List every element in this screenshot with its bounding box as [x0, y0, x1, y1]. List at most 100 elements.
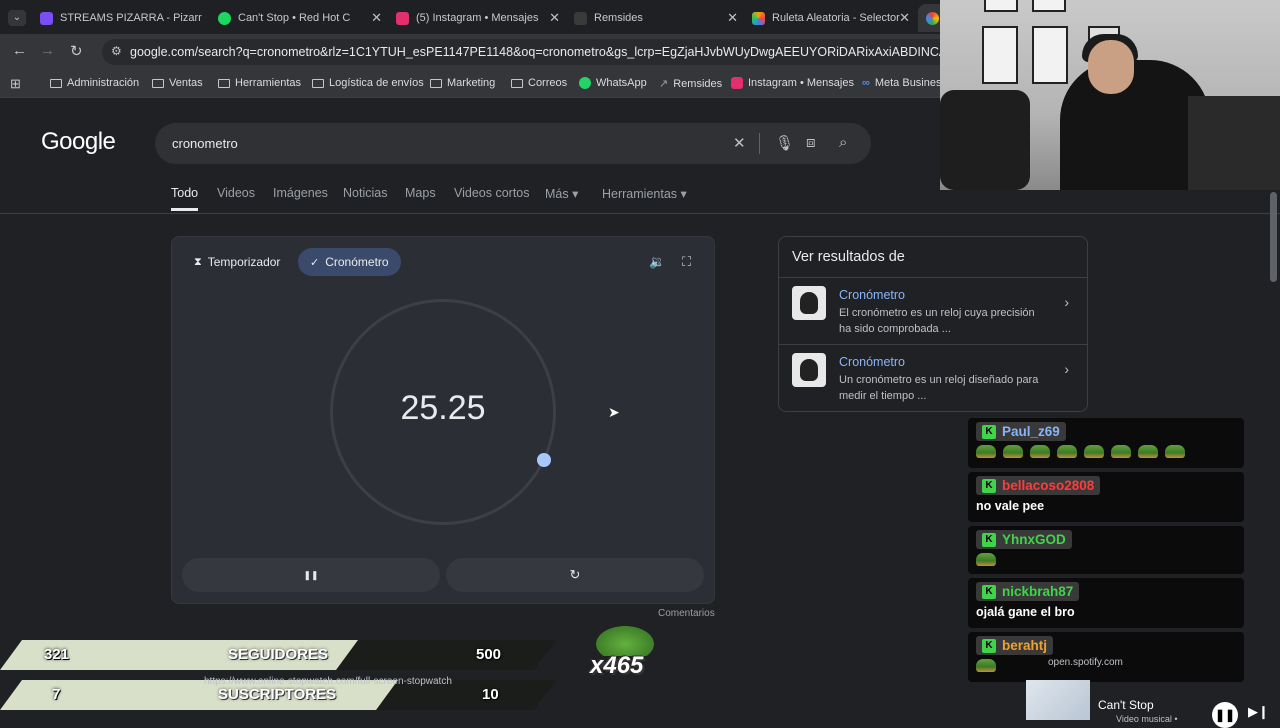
- search-box[interactable]: cronometro ✕ 🎙 ⧈ ⌕: [155, 123, 871, 164]
- result-title[interactable]: Cronómetro: [839, 288, 905, 302]
- bookmark-marketing[interactable]: Marketing: [430, 77, 495, 89]
- chevron-right-icon[interactable]: ›: [1064, 294, 1069, 310]
- chat-emotes: [976, 445, 1236, 461]
- folder-icon: [312, 78, 324, 88]
- ruleta-icon: [752, 11, 765, 25]
- bookmark-whatsapp[interactable]: WhatsApp: [579, 77, 647, 89]
- tab-close-icon[interactable]: ✕: [549, 10, 560, 26]
- bookmark-meta-business[interactable]: ∞ Meta Business: [862, 77, 947, 89]
- followers-remaining: [336, 640, 556, 670]
- stopwatch-widget: ⧗ Temporizador ✓ Cronómetro 🔉 ⛶ 25.25 ❚❚…: [171, 236, 715, 604]
- media-source: open.spotify.com: [1048, 657, 1123, 668]
- dial-progress-dot: [537, 453, 551, 467]
- tab-ruleta[interactable]: Ruleta Aleatoria - Selector ✕: [744, 4, 916, 32]
- tab-close-icon[interactable]: ✕: [371, 10, 382, 26]
- microphone-icon[interactable]: 🎙: [775, 134, 794, 152]
- instagram-icon: [396, 11, 409, 25]
- chat-text: ojalá gane el bro: [976, 605, 1075, 619]
- folder-icon: [152, 78, 164, 88]
- chat-username: nickbrah87: [1002, 584, 1074, 599]
- stopwatch-time: 25.25: [400, 389, 486, 427]
- url-text: google.com/search?q=cronometro&rlz=1C1YT…: [130, 45, 1029, 59]
- wall-frame: [1032, 0, 1066, 12]
- instagram-icon: [731, 77, 743, 89]
- chat-text: no vale pee: [976, 499, 1045, 513]
- folder-icon: [218, 78, 230, 88]
- kick-badge-icon: K: [982, 638, 996, 653]
- lens-icon[interactable]: ⧈: [806, 134, 816, 151]
- folder-icon: [430, 78, 442, 88]
- chat-message: Knickbrah87 ojalá gane el bro: [968, 578, 1244, 628]
- tab-remsides[interactable]: Remsides ✕: [566, 4, 744, 32]
- stopwatch-thumbnail: [792, 286, 826, 320]
- wall-frame: [982, 26, 1018, 84]
- google-logo[interactable]: Google: [41, 128, 116, 156]
- background-url-text: https://www.online-stopwatch.com/full-sc…: [204, 676, 452, 687]
- filter-videos[interactable]: Videos: [217, 186, 255, 200]
- bookmark-instagram[interactable]: Instagram • Mensajes: [731, 77, 854, 89]
- album-art: [1026, 680, 1090, 720]
- filter-todo[interactable]: Todo: [171, 186, 199, 211]
- apps-grid-icon[interactable]: ⊞: [10, 76, 21, 92]
- filter-maps[interactable]: Maps: [405, 186, 436, 200]
- page-scrollbar[interactable]: [1270, 192, 1277, 282]
- fullscreen-icon[interactable]: ⛶: [682, 254, 691, 270]
- tab-cronometro[interactable]: ✓ Cronómetro: [298, 248, 401, 276]
- search-input[interactable]: cronometro: [172, 136, 238, 151]
- tab-close-icon[interactable]: ✕: [727, 10, 738, 26]
- filter-videos-cortos[interactable]: Videos cortos: [454, 186, 530, 200]
- wall-frame: [984, 0, 1018, 12]
- tab-close-icon[interactable]: ✕: [899, 10, 910, 26]
- wall-frame: [1032, 26, 1068, 84]
- pause-button[interactable]: ❚❚: [1212, 702, 1238, 728]
- clear-icon[interactable]: ✕: [733, 134, 746, 152]
- tab-streams-pizarra[interactable]: STREAMS PIZARRA - Pizarr: [32, 4, 210, 32]
- followers-goal: 500: [476, 646, 502, 663]
- tab-spotify[interactable]: Can't Stop • Red Hot C ✕: [210, 4, 388, 32]
- panel-title: Ver resultados de: [792, 249, 905, 265]
- pc-case: [1188, 96, 1280, 190]
- bookmark-remsides[interactable]: ↗ Remsides: [659, 77, 722, 91]
- result-item[interactable]: Cronómetro Un cronómetro es un reloj dis…: [779, 344, 1087, 410]
- tab-instagram[interactable]: (5) Instagram • Mensajes ✕: [388, 4, 566, 32]
- back-icon[interactable]: ←: [12, 42, 27, 59]
- filter-mas[interactable]: Más ▾: [545, 186, 578, 201]
- next-track-icon[interactable]: ▶❙: [1248, 704, 1269, 720]
- result-title[interactable]: Cronómetro: [839, 355, 905, 369]
- search-icon[interactable]: ⌕: [839, 134, 847, 151]
- followers-current: 321: [44, 646, 70, 663]
- tab-search-icon[interactable]: ⌄: [8, 10, 26, 26]
- filter-noticias[interactable]: Noticias: [343, 186, 387, 200]
- chevron-right-icon[interactable]: ›: [1064, 361, 1069, 377]
- chat-message: K Paul_z69: [968, 418, 1244, 468]
- subs-current: 7: [52, 686, 61, 703]
- reload-icon[interactable]: ↻: [70, 42, 83, 60]
- bookmark-logistica[interactable]: Logística de envíos: [312, 77, 424, 89]
- stream-chat: K Paul_z69 Kbellacoso2808 no vale pee K Yh…: [968, 404, 1248, 688]
- result-description: Un cronómetro es un reloj diseñado para …: [839, 374, 1039, 402]
- chat-emotes: [976, 553, 1236, 569]
- kick-badge-icon: K: [982, 532, 996, 547]
- filter-imagenes[interactable]: Imágenes: [273, 186, 328, 200]
- chair: [940, 90, 1030, 190]
- bookmark-administracion[interactable]: Administración: [50, 77, 139, 89]
- whatsapp-icon: [579, 77, 591, 89]
- result-item[interactable]: Cronómetro El cronómetro es un reloj cuy…: [779, 277, 1087, 343]
- site-info-icon[interactable]: ⚙: [111, 44, 122, 58]
- webcam-feed: [940, 0, 1280, 190]
- subs-goal: 10: [482, 686, 499, 703]
- see-results-panel: Ver resultados de Cronómetro El cronómet…: [778, 236, 1088, 412]
- hourglass-icon: ⧗: [194, 255, 202, 268]
- comments-link[interactable]: Comentarios: [658, 608, 715, 619]
- bookmark-ventas[interactable]: Ventas: [152, 77, 203, 89]
- forward-icon[interactable]: →: [40, 42, 55, 59]
- bookmark-herramientas[interactable]: Herramientas: [218, 77, 301, 89]
- sound-icon[interactable]: 🔉: [649, 254, 665, 270]
- folder-icon: [50, 78, 62, 88]
- filter-herramientas[interactable]: Herramientas ▾: [602, 186, 687, 201]
- pause-button[interactable]: ❚❚: [182, 558, 440, 592]
- divider: [759, 133, 760, 154]
- reset-button[interactable]: ↻: [446, 558, 704, 592]
- tab-temporizador[interactable]: ⧗ Temporizador: [182, 248, 292, 276]
- bookmark-correos[interactable]: Correos: [511, 77, 567, 89]
